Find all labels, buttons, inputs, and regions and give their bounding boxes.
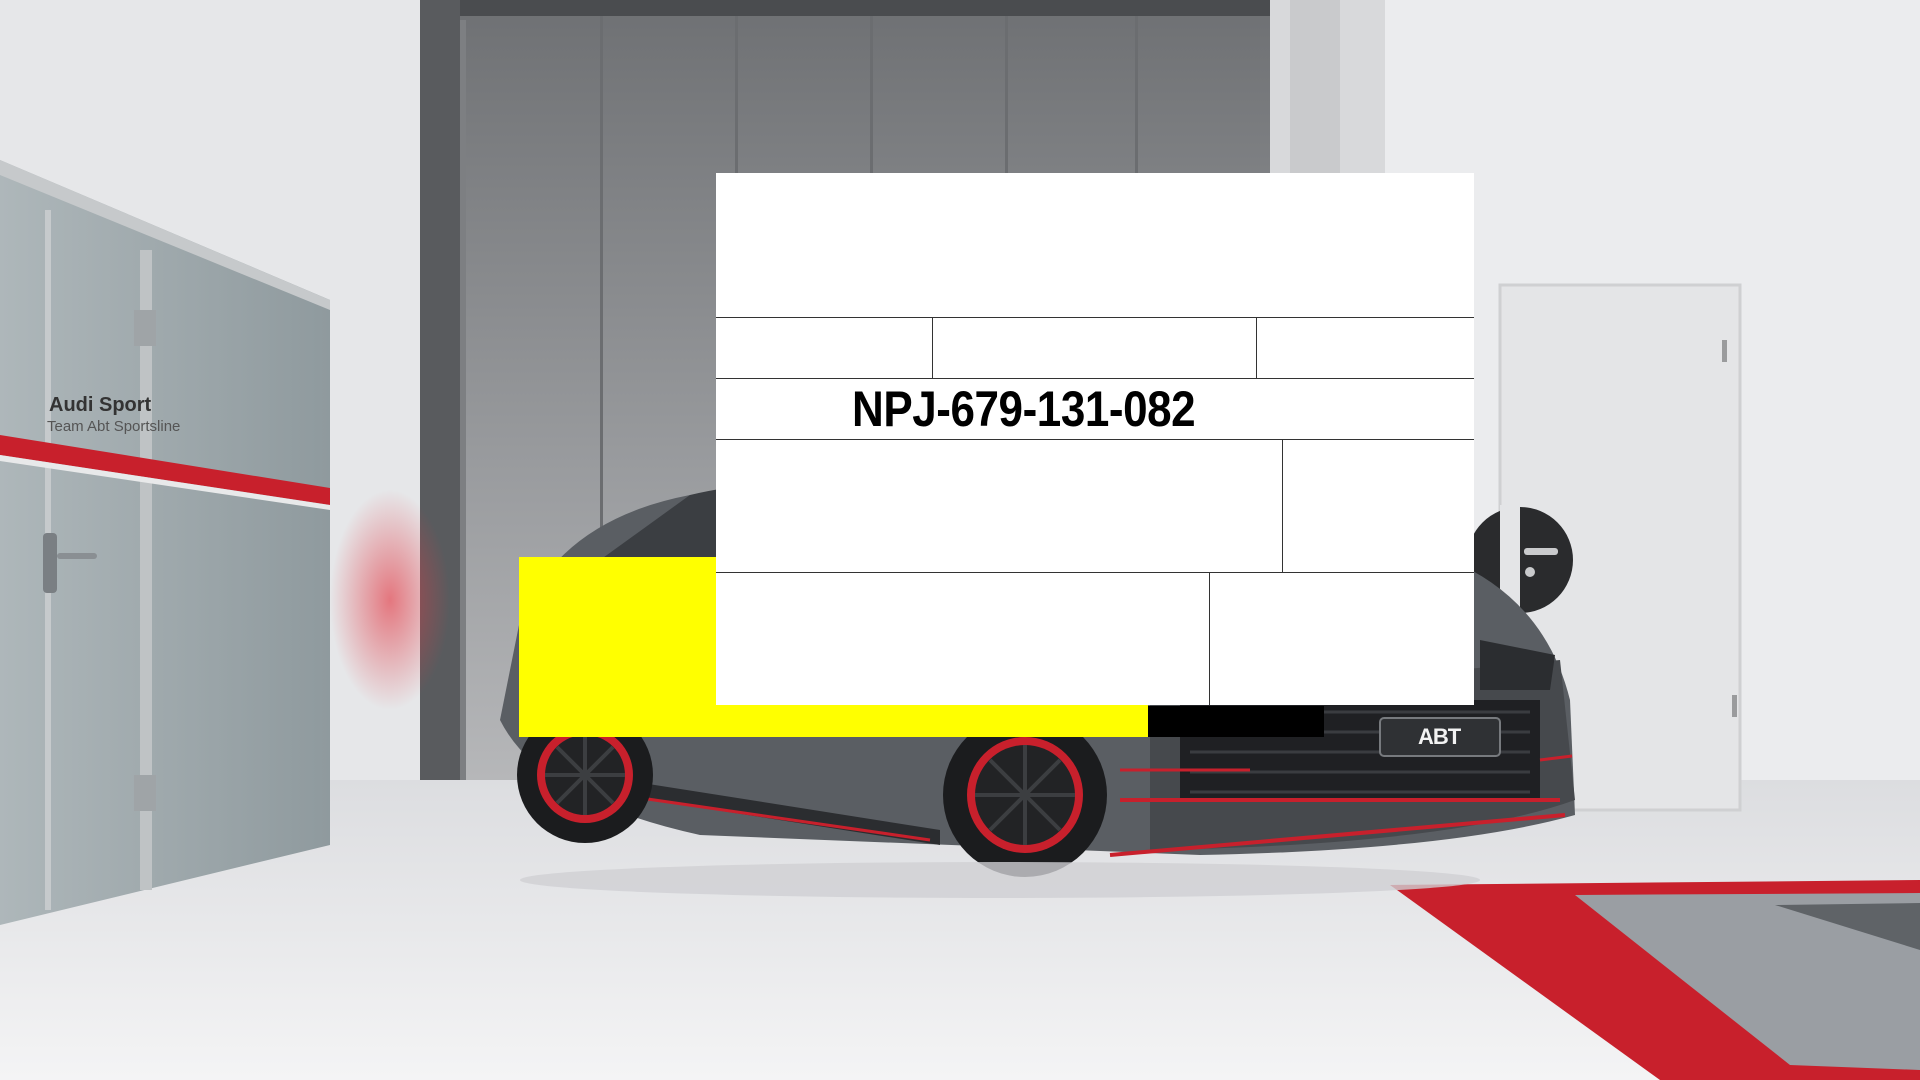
form-cell [1282,440,1474,572]
form-card: NPJ-679-131-082 [716,173,1474,705]
wall-sign-subtitle: Team Abt Sportsline [47,418,181,435]
form-cell [1209,573,1474,705]
form-row-header [716,173,1474,317]
form-cell [1256,318,1474,378]
form-row-2 [716,317,1474,378]
plate-brand-text: ABT [1418,724,1461,749]
wall-sign-brand: Audi Sport [49,394,152,416]
form-cell [932,318,1256,378]
ticket-number: NPJ-679-131-082 [852,381,1196,437]
form-row-4 [716,439,1474,572]
form-row-5 [716,572,1474,705]
black-redaction-bar [1148,706,1324,737]
form-row-ticket: NPJ-679-131-082 [716,378,1474,439]
